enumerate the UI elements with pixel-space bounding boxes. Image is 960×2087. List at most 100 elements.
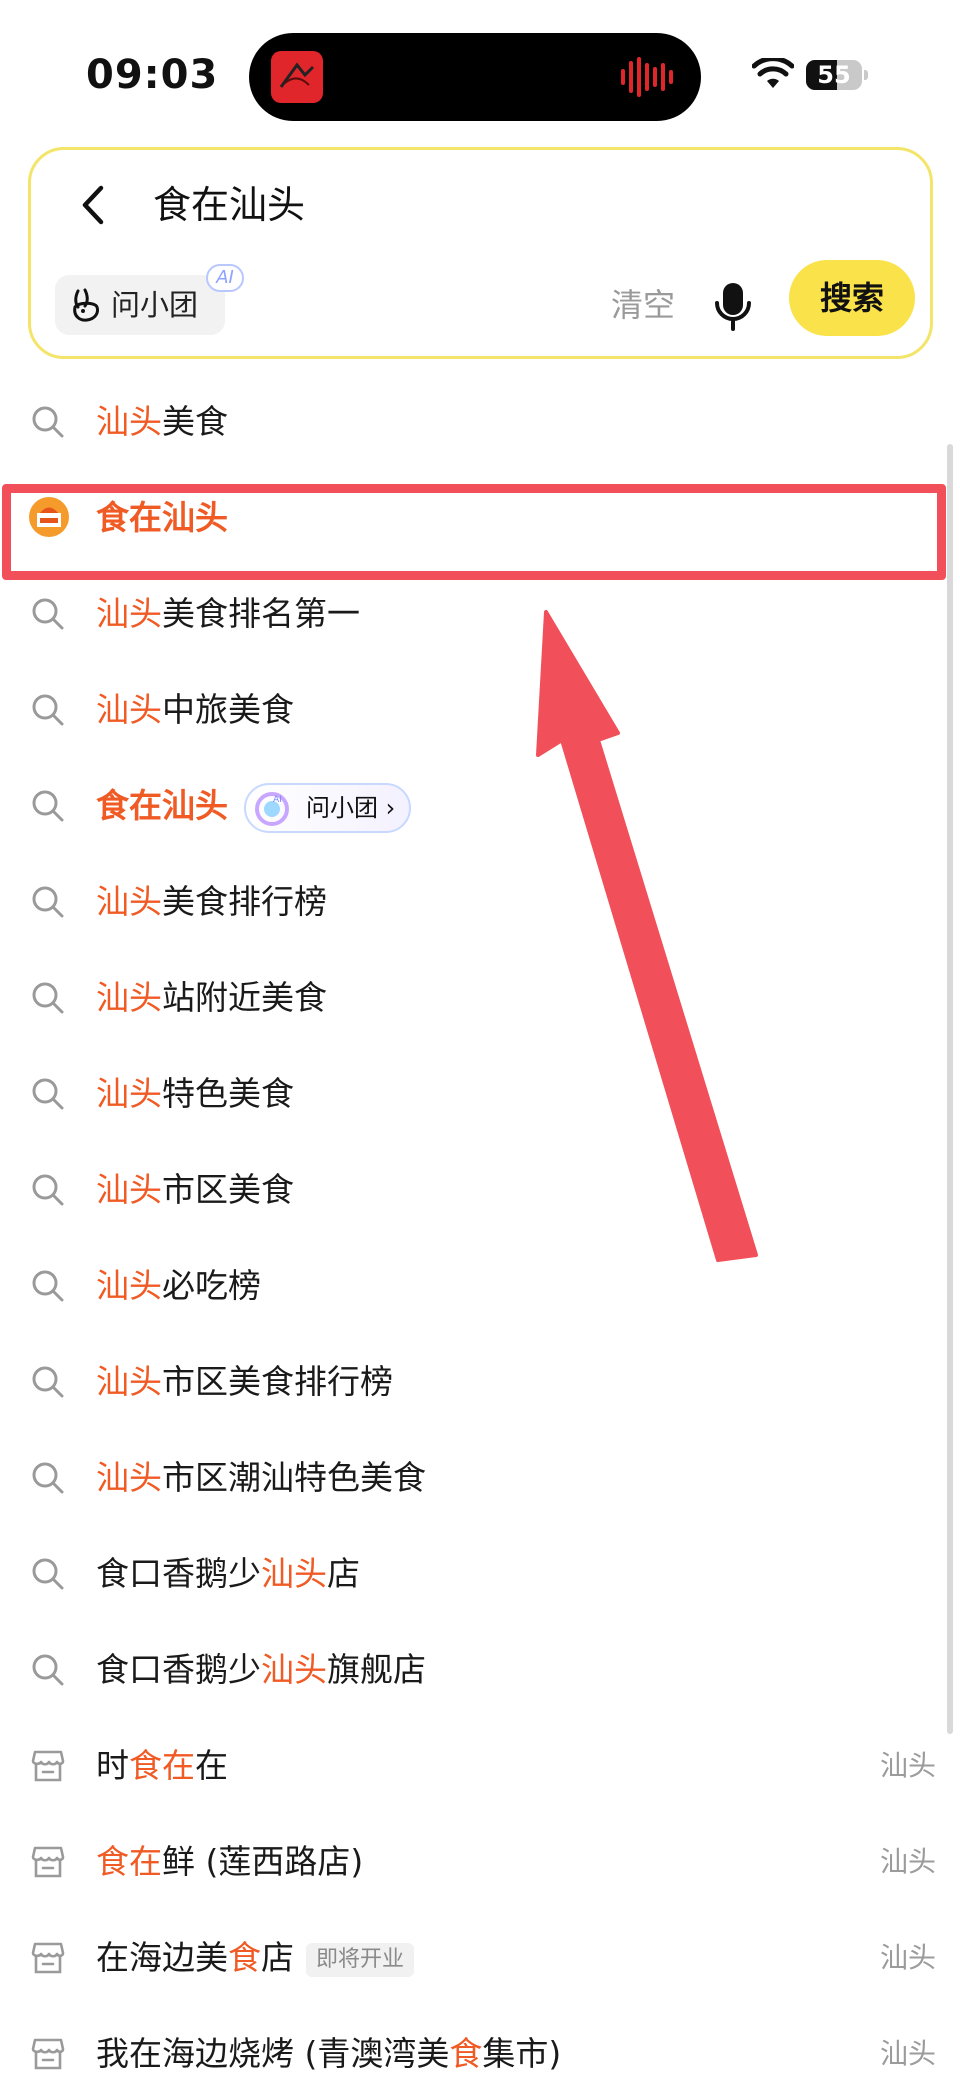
svg-text:AI: AI [273,795,282,805]
highlighted-keyword: 食在汕头 [96,786,228,825]
suggestion-row[interactable]: 汕头市区潮汕特色美食 [0,1430,960,1526]
suggestion-row[interactable]: 汕头美食排行榜 [0,854,960,950]
search-icon [32,598,64,630]
suggestion-row[interactable]: 时食在在 汕头 [0,1718,960,1814]
suggestion-row[interactable]: 食口香鹅少汕头店 [0,1526,960,1622]
suggestion-row[interactable]: 汕头美食排名第一 [0,566,960,662]
suggestion-row[interactable]: 食在汕头 AI 问小团 › [0,758,960,854]
opening-soon-tag: 即将开业 [306,1942,415,1977]
status-bar: 09:03 55 [0,0,960,140]
search-query-input[interactable]: 食在汕头 [153,180,305,230]
suggestion-text: 美食排名第一 [162,594,360,633]
suggestion-row[interactable]: 汕头市区美食 [0,1142,960,1238]
suggestion-text: 店 [261,1938,294,1977]
highlighted-keyword: 汕头 [96,690,162,729]
back-arrow-icon[interactable] [73,180,113,230]
suggestion-row[interactable]: 汕头中旅美食 [0,662,960,758]
highlighted-keyword: 汕头 [261,1554,327,1593]
rabbit-assistant-icon [73,288,99,322]
suggestion-row[interactable]: 汕头必吃榜 [0,1238,960,1334]
highlighted-keyword: 汕头 [96,1170,162,1209]
highlighted-keyword: 食在 [96,1842,162,1881]
highlighted-keyword: 食 [449,2034,483,2073]
search-icon [32,1558,64,1590]
highlighted-keyword: 汕头 [96,1074,162,1113]
suggestion-text: 集市) [482,2034,562,2073]
suggestion-label: 食在鲜 (莲西路店) [96,1814,363,1910]
city-label: 汕头 [879,1845,936,1878]
store-icon [31,1942,65,1974]
suggestion-text: 时 [96,1746,129,1785]
suggestion-text: 美食 [162,402,228,441]
suggestion-label: 汕头美食排名第一 [96,566,360,662]
suggestion-row[interactable]: 汕头特色美食 [0,1046,960,1142]
suggestion-row[interactable]: 食在鲜 (莲西路店) 汕头 [0,1814,960,1910]
search-icon [32,1654,64,1686]
highlighted-keyword: 食在 [129,1746,195,1785]
store-icon [31,2038,65,2070]
audio-waveform-icon [621,57,673,97]
suggestion-row[interactable]: 汕头市区美食排行榜 [0,1334,960,1430]
clear-button[interactable]: 清空 [611,275,675,335]
suggestion-label: 汕头市区美食 [96,1142,294,1238]
suggestion-label: 我在海边烧烤 (青澳湾美食集市) [96,2006,561,2087]
scrollbar[interactable] [947,444,953,1734]
suggestion-text: 旗舰店 [327,1650,426,1689]
status-time: 09:03 [86,52,219,98]
suggestion-text: 特色美食 [162,1074,294,1113]
search-icon [32,1174,64,1206]
search-button[interactable]: 搜索 [789,260,915,336]
suggestion-label: 食口香鹅少汕头店 [96,1526,360,1622]
search-card: 食在汕头 问小团 AI 清空 搜索 [28,147,933,359]
microphone-icon[interactable] [711,275,755,335]
suggestion-row[interactable]: 食在汕头 [0,470,960,566]
suggestion-row[interactable]: 汕头站附近美食 [0,950,960,1046]
suggestion-text: 市区潮汕特色美食 [162,1458,426,1497]
suggestion-label: 汕头美食 [96,374,228,470]
suggestion-label: 时食在在 [96,1718,228,1814]
search-icon [32,1462,64,1494]
store-icon [31,1846,65,1878]
suggestion-label: 在海边美食店 即将开业 [96,1910,415,2006]
ask-chip-label: 问小团 [111,288,199,322]
suggestion-text: 必吃榜 [162,1266,261,1305]
battery-level-text: 55 [817,61,851,89]
suggestion-row[interactable]: 食口香鹅少汕头旗舰店 [0,1622,960,1718]
suggestion-text: 市区美食排行榜 [162,1362,393,1401]
suggestion-row[interactable]: 我在海边烧烤 (青澳湾美食集市) 汕头 [0,2006,960,2087]
suggestion-row[interactable]: 汕头美食 [0,374,960,470]
suggestion-text: 食口香鹅少 [96,1650,261,1689]
suggestion-label: 汕头市区潮汕特色美食 [96,1430,426,1526]
search-icon [32,982,64,1014]
suggestion-text: 食口香鹅少 [96,1554,261,1593]
highlighted-keyword: 汕头 [96,978,162,1017]
coupon-icon [29,497,69,537]
highlighted-keyword: 汕头 [96,1266,162,1305]
highlighted-keyword: 汕头 [96,882,162,921]
battery-indicator: 55 [806,60,868,90]
suggestion-text: 在 [195,1746,228,1785]
live-activity-app-icon [271,51,323,103]
suggestion-label: 食口香鹅少汕头旗舰店 [96,1622,426,1718]
dynamic-island [249,33,701,121]
ask-xiaotuan-chip[interactable]: 问小团 [55,275,225,335]
suggestion-text: 鲜 (莲西路店) [162,1842,364,1881]
suggestion-label: 食在汕头 [96,470,228,566]
ask-xiaotuan-pill[interactable]: AI 问小团 › [244,782,412,833]
wifi-icon [752,58,794,88]
search-icon [32,406,64,438]
suggestion-row[interactable]: 在海边美食店 即将开业 汕头 [0,1910,960,2006]
city-label: 汕头 [879,1749,936,1782]
suggestion-text: 店 [327,1554,360,1593]
highlighted-keyword: 汕头 [261,1650,327,1689]
search-icon [32,1366,64,1398]
suggestion-text: 在海边美 [96,1938,228,1977]
store-icon [31,1750,65,1782]
suggestion-text: 中旅美食 [162,690,294,729]
highlighted-keyword: 汕头 [96,1362,162,1401]
city-label: 汕头 [879,2037,936,2070]
search-icon [32,1078,64,1110]
suggestion-label: 汕头特色美食 [96,1046,294,1142]
suggestion-label: 汕头中旅美食 [96,662,294,758]
suggestion-label: 食在汕头 AI 问小团 › [96,758,412,854]
